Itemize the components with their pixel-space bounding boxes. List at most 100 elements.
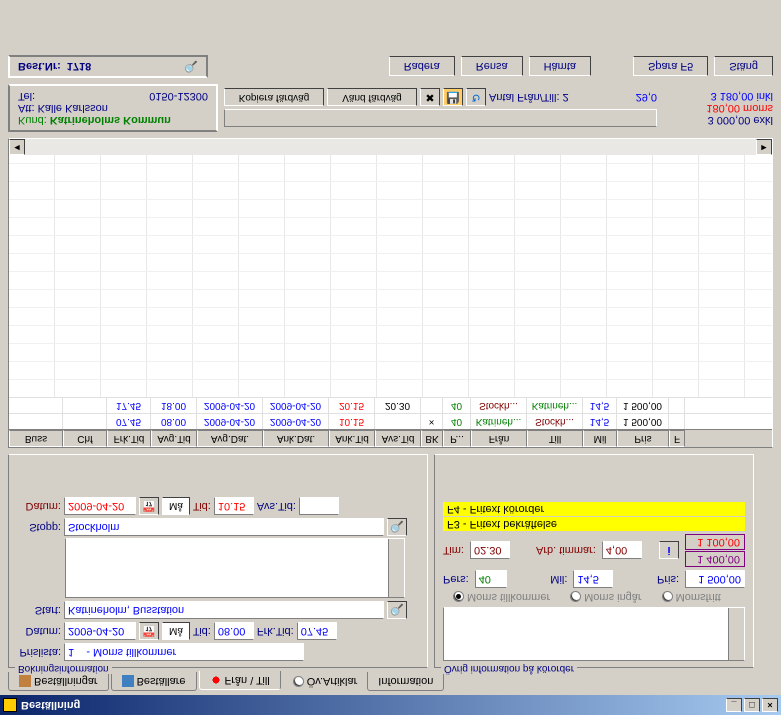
column-header[interactable]: Avg.Dat. bbox=[197, 430, 263, 447]
copy-route-button[interactable]: Kopiera färdväg bbox=[224, 89, 324, 107]
weekday-button[interactable]: Må bbox=[162, 497, 190, 515]
maximize-button[interactable]: □ bbox=[744, 698, 760, 712]
f4-hint: F4 - Fritext körorder bbox=[443, 502, 745, 516]
column-header[interactable]: BK bbox=[421, 430, 443, 447]
stopp-input[interactable] bbox=[64, 518, 384, 536]
column-header[interactable]: Avs.Tid bbox=[375, 430, 421, 447]
start-label: Start: bbox=[17, 604, 61, 616]
tab-bestallningar[interactable]: Beställningar bbox=[8, 672, 109, 691]
hamta-button[interactable]: Hämta bbox=[529, 57, 591, 77]
cell: 14,5 bbox=[583, 398, 617, 413]
cell: 40 bbox=[443, 398, 471, 413]
radio-momsfritt[interactable]: Momsfritt bbox=[662, 591, 721, 603]
mil-input[interactable] bbox=[573, 570, 613, 588]
calendar-icon[interactable]: 📅 bbox=[139, 622, 159, 640]
cell bbox=[63, 414, 107, 429]
column-header[interactable]: Från bbox=[471, 430, 527, 447]
column-header[interactable]: Buss bbox=[9, 430, 63, 447]
datum2-input[interactable] bbox=[64, 497, 136, 515]
tab-fran-till[interactable]: Från \ Till bbox=[199, 671, 281, 690]
app-icon bbox=[3, 698, 17, 712]
lookup-icon[interactable]: 🔍 bbox=[184, 60, 198, 73]
radio-moms-ingar[interactable]: Moms ingår bbox=[570, 591, 641, 603]
table-row[interactable]: 17.4518.002009-04-202009-04-2020.1520.30… bbox=[9, 397, 772, 413]
calendar-icon[interactable]: 📅 bbox=[139, 497, 159, 515]
start-input[interactable] bbox=[64, 601, 384, 619]
refresh-icon[interactable]: ↻ bbox=[466, 89, 486, 107]
arb-input[interactable] bbox=[602, 542, 642, 560]
tab-information[interactable]: Information bbox=[367, 672, 444, 691]
cell bbox=[669, 398, 685, 413]
datum1-input[interactable] bbox=[64, 622, 136, 640]
lookup-icon[interactable]: 🔍 bbox=[387, 601, 407, 619]
cell: Stockh... bbox=[471, 398, 527, 413]
column-header[interactable]: Avg.Tid bbox=[151, 430, 197, 447]
scroll-track[interactable] bbox=[25, 139, 756, 155]
radio-moms-tillkommer[interactable]: Moms tillkommer bbox=[453, 591, 550, 603]
column-header[interactable]: Pris bbox=[617, 430, 669, 447]
column-header[interactable]: Frk.Tid bbox=[107, 430, 151, 447]
rensa-button[interactable]: Rensa bbox=[461, 57, 523, 77]
scrollbar[interactable] bbox=[388, 539, 404, 597]
footer: Kund: Katrineholms Kommun Att: Kalle Kar… bbox=[0, 80, 781, 136]
tim-input[interactable] bbox=[470, 542, 510, 560]
lookup-icon[interactable]: 🔍 bbox=[387, 518, 407, 536]
start-textarea[interactable] bbox=[65, 538, 405, 598]
datum-label: Datum: bbox=[17, 625, 61, 637]
column-header[interactable]: F bbox=[669, 430, 685, 447]
tim-label: Tim: bbox=[443, 545, 464, 557]
pers-input[interactable] bbox=[475, 570, 507, 588]
titlebar: Beställning _ □ × bbox=[0, 695, 781, 715]
info-icon[interactable]: i bbox=[659, 542, 679, 560]
arb-label: Arb. timmar: bbox=[536, 545, 596, 557]
column-header[interactable]: Till bbox=[527, 430, 583, 447]
save-icon[interactable]: 💾 bbox=[443, 89, 463, 107]
reverse-route-button[interactable]: Vänd färdväg bbox=[327, 89, 417, 107]
tab-bestallare[interactable]: Beställare bbox=[111, 672, 197, 691]
cell: 08.00 bbox=[151, 414, 197, 429]
column-header[interactable]: Chf bbox=[63, 430, 107, 447]
tabs: Beställningar Beställare Från \ Till Öv.… bbox=[0, 672, 781, 691]
total-exkl: 3 000,00 exkl bbox=[663, 114, 773, 126]
table-row[interactable]: 07.4508.002009-04-202009-04-2010.15×40Ka… bbox=[9, 413, 772, 429]
column-header[interactable]: Ank.Dat. bbox=[263, 430, 329, 447]
bottom-bar: Best.Nr: 1718 🔍 Radera Rensa Hämta Spara… bbox=[0, 53, 781, 80]
column-header[interactable]: Mil bbox=[583, 430, 617, 447]
column-header[interactable]: Ank.Tid bbox=[329, 430, 375, 447]
cell: 2009-04-20 bbox=[263, 414, 329, 429]
h-scrollbar[interactable]: ◄ ► bbox=[9, 139, 772, 155]
radera-button[interactable]: Radera bbox=[389, 57, 455, 77]
prislista-input[interactable] bbox=[64, 643, 304, 661]
mil-total: 29,0 bbox=[636, 92, 657, 104]
tel-label: Tel: bbox=[18, 90, 35, 102]
tid2-input[interactable] bbox=[214, 497, 254, 515]
tool-icon[interactable]: ✖ bbox=[420, 89, 440, 107]
scroll-left-icon[interactable]: ◄ bbox=[9, 139, 25, 155]
frktid-input[interactable] bbox=[297, 622, 337, 640]
close-button[interactable]: × bbox=[762, 698, 778, 712]
spara-button[interactable]: Spara F5 bbox=[633, 57, 708, 77]
att-value: Kalle Karlsson bbox=[38, 102, 108, 114]
arrow-icon bbox=[210, 674, 222, 686]
radio-ov-artiklar[interactable]: Öv.Artiklar bbox=[293, 672, 358, 691]
cell: 20.30 bbox=[375, 398, 421, 413]
kund-value: Katrineholms Kommun bbox=[50, 114, 171, 126]
cell bbox=[9, 398, 63, 413]
cell bbox=[421, 398, 443, 413]
cell: 10.15 bbox=[329, 414, 375, 429]
cell bbox=[9, 414, 63, 429]
totals-box: 3 000,00 exkl 180,00 moms 3 180,00 inkl bbox=[663, 90, 773, 126]
scrollbar[interactable] bbox=[728, 608, 744, 660]
weekday-button[interactable]: Må bbox=[162, 622, 190, 640]
tid1-input[interactable] bbox=[214, 622, 254, 640]
bestnr-box: Best.Nr: 1718 🔍 bbox=[8, 55, 208, 78]
bestnr-value: 1718 bbox=[67, 61, 91, 73]
scroll-right-icon[interactable]: ► bbox=[756, 139, 772, 155]
info-textarea[interactable] bbox=[443, 607, 745, 661]
minimize-button[interactable]: _ bbox=[726, 698, 742, 712]
avstid-input[interactable] bbox=[299, 497, 339, 515]
stang-button[interactable]: Stäng bbox=[714, 57, 773, 77]
cell: Stockh... bbox=[527, 414, 583, 429]
column-header[interactable]: P... bbox=[443, 430, 471, 447]
pris-input[interactable] bbox=[685, 570, 745, 588]
